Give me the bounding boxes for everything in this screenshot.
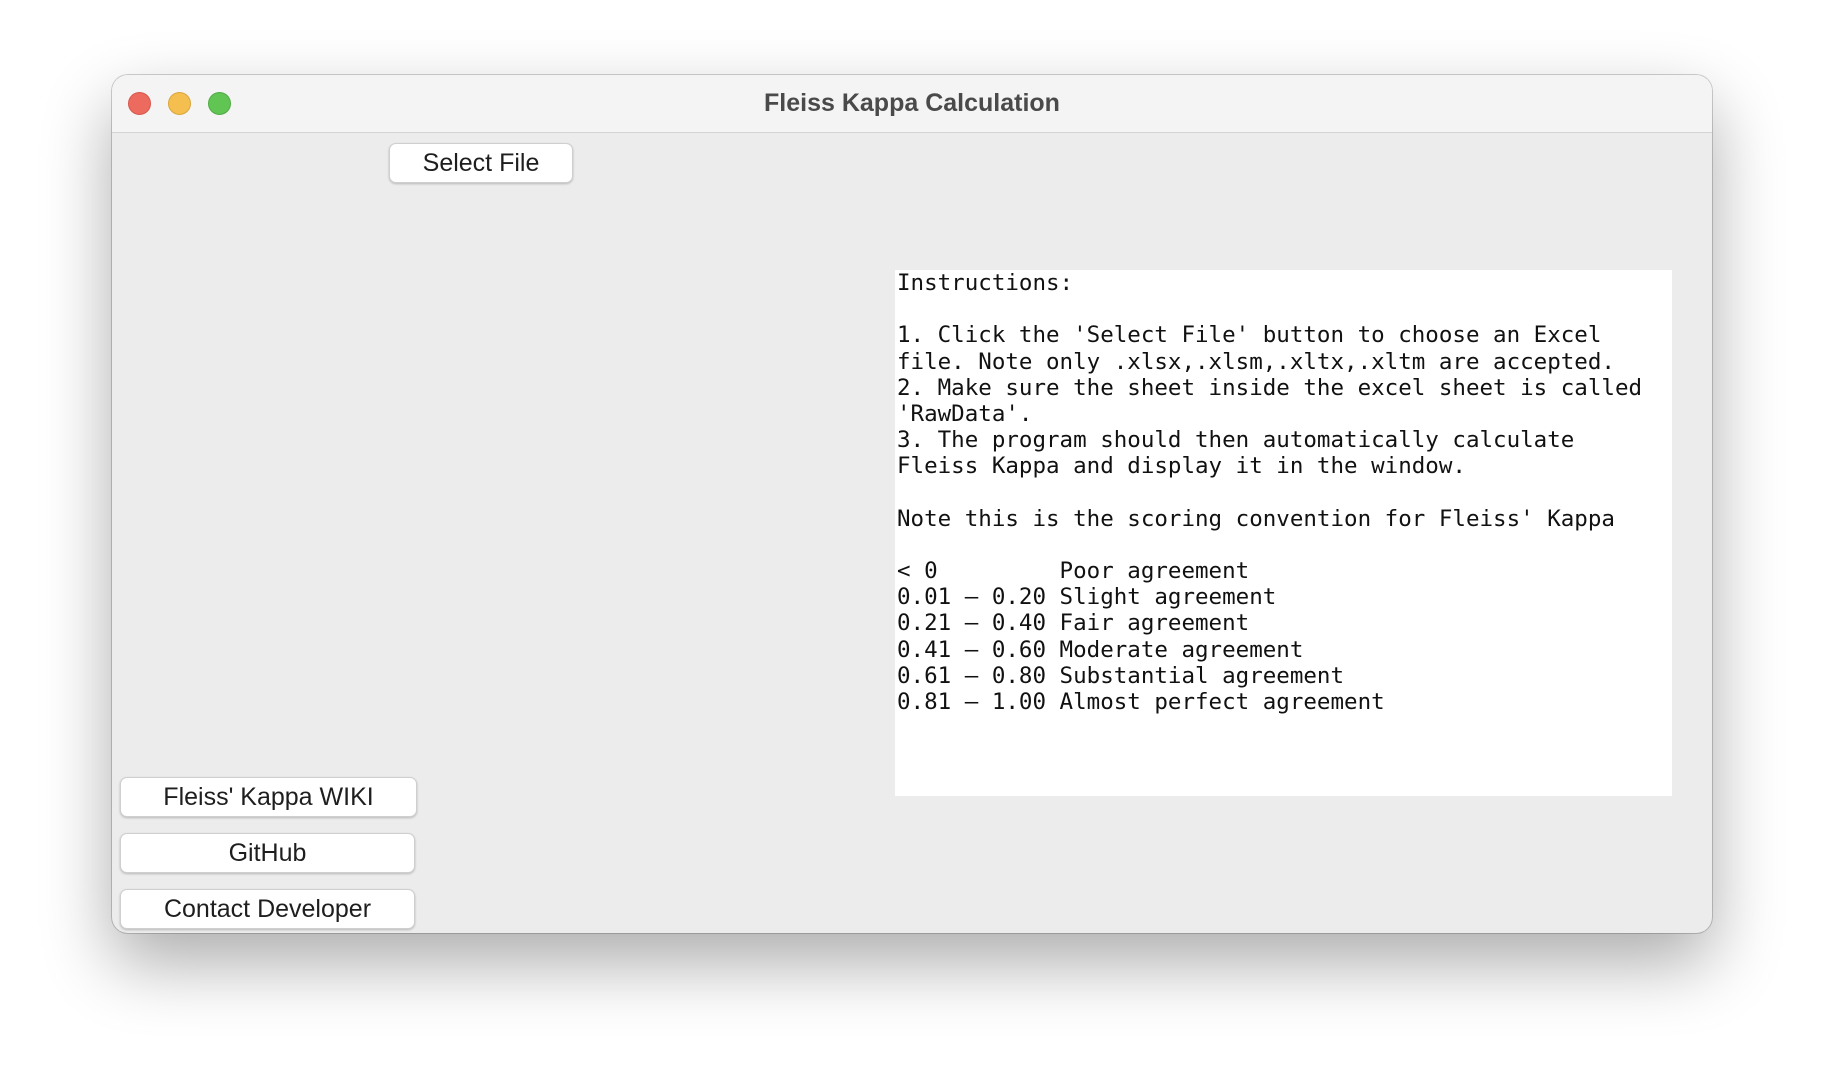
instructions-line: Fleiss Kappa and display it in the windo… [897,453,1466,480]
scoring-row-fair: 0.21 – 0.40 Fair agreement [897,610,1250,637]
instructions-line: 3. The program should then automatically… [897,427,1575,454]
github-button[interactable]: GitHub [120,833,415,873]
instructions-line [897,532,1672,558]
scoring-row-poor: < 0 Poor agreement [897,558,1250,585]
contact-developer-button[interactable]: Contact Developer [120,889,415,929]
instructions-line: 'RawData'. [897,400,1033,427]
app-window: Fleiss Kappa Calculation Select File Ins… [112,75,1712,933]
scoring-row-almost-perfect: 0.81 – 1.00 Almost perfect agreement [897,689,1385,715]
instructions-line: 2. Make sure the sheet inside the excel … [897,374,1643,401]
instructions-line [897,296,1672,322]
instructions-line: Instructions: [897,270,1074,296]
fleiss-kappa-wiki-button[interactable]: Fleiss' Kappa WIKI [120,777,417,817]
instructions-text-area[interactable]: Instructions: 1. Click the 'Select File'… [895,270,1672,796]
window-title: Fleiss Kappa Calculation [764,89,1060,117]
scoring-row-substantial: 0.61 – 0.80 Substantial agreement [897,662,1345,689]
instructions-line [897,480,1672,506]
instructions-line: Note this is the scoring convention for … [897,505,1615,532]
scoring-row-slight: 0.01 – 0.20 Slight agreement [897,584,1277,611]
title-bar[interactable]: Fleiss Kappa Calculation [112,75,1712,133]
select-file-button[interactable]: Select File [389,143,573,183]
instructions-line: 1. Click the 'Select File' button to cho… [897,322,1602,349]
scoring-row-moderate: 0.41 – 0.60 Moderate agreement [897,636,1304,663]
instructions-line: file. Note only .xlsx,.xlsm,.xltx,.xltm … [897,348,1615,375]
